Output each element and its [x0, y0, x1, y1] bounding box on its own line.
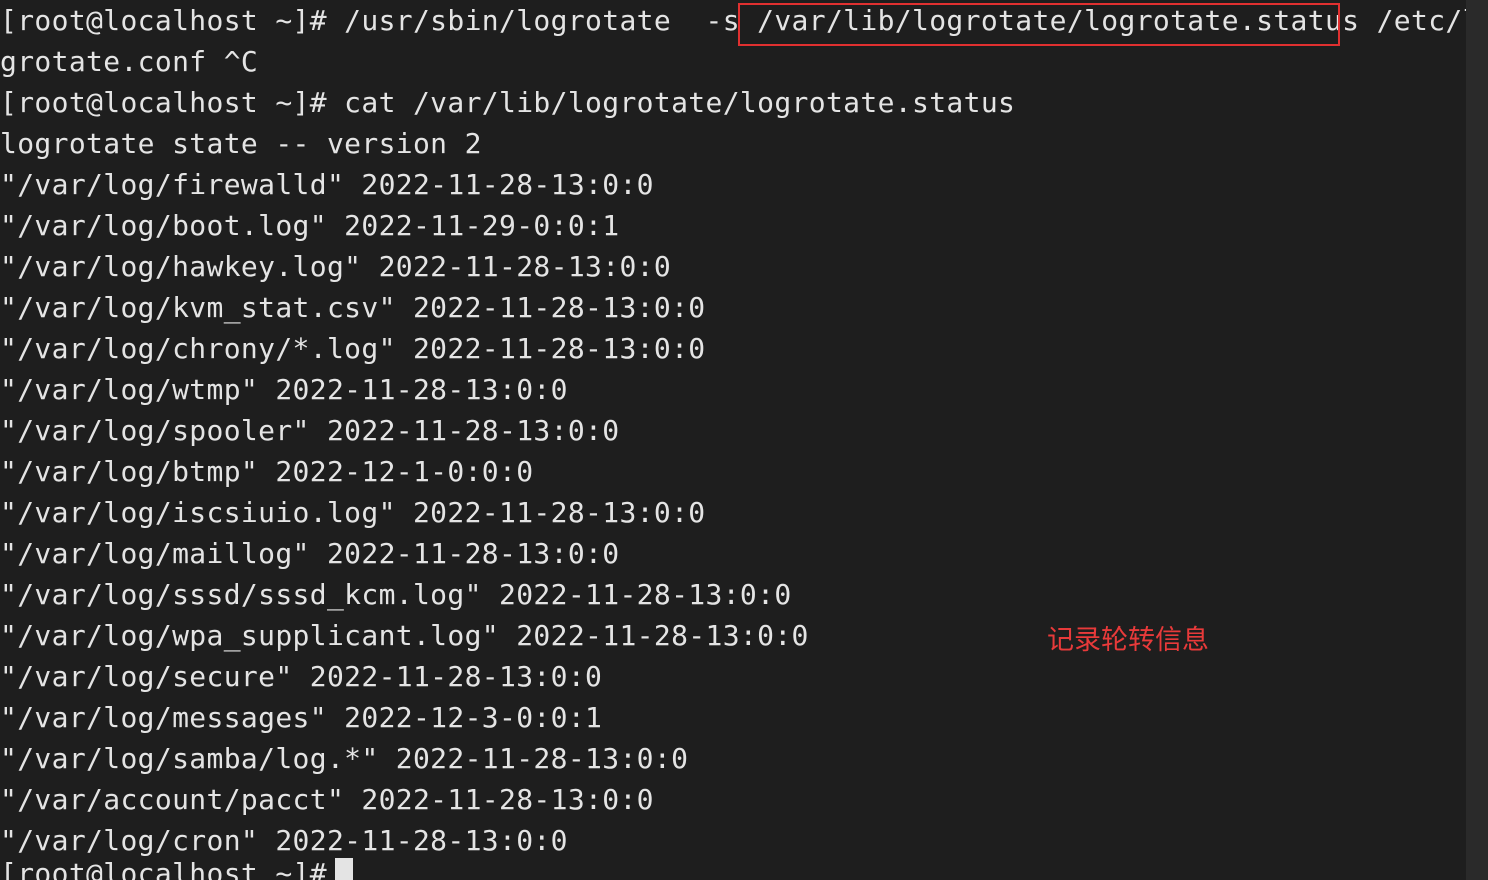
terminal-line-status-entry: "/var/log/iscsiuio.log" 2022-11-28-13:0:…	[0, 496, 706, 529]
terminal-line-prompt: [root@localhost ~]#	[0, 857, 345, 880]
terminal-scrollbar[interactable]	[1466, 0, 1488, 880]
terminal-line-state-header: logrotate state -- version 2	[0, 127, 482, 160]
terminal-line-status-entry: "/var/log/boot.log" 2022-11-29-0:0:1	[0, 209, 620, 242]
terminal-line-status-entry: "/var/log/chrony/*.log" 2022-11-28-13:0:…	[0, 332, 706, 365]
terminal-line-status-entry: "/var/log/maillog" 2022-11-28-13:0:0	[0, 537, 620, 570]
annotation-label: 记录轮转信息	[1047, 625, 1209, 656]
highlight-box-status-path	[738, 3, 1340, 46]
terminal-line-status-entry: "/var/log/kvm_stat.csv" 2022-11-28-13:0:…	[0, 291, 706, 324]
terminal-cursor	[335, 858, 353, 880]
terminal-line-status-entry: "/var/account/pacct" 2022-11-28-13:0:0	[0, 783, 654, 816]
terminal-line-status-entry: "/var/log/hawkey.log" 2022-11-28-13:0:0	[0, 250, 672, 283]
terminal-line-status-entry: "/var/log/wpa_supplicant.log" 2022-11-28…	[0, 619, 809, 652]
terminal-line-status-entry: "/var/log/secure" 2022-11-28-13:0:0	[0, 660, 603, 693]
terminal-line-status-entry: "/var/log/wtmp" 2022-11-28-13:0:0	[0, 373, 568, 406]
terminal-line-status-entry: "/var/log/sssd/sssd_kcm.log" 2022-11-28-…	[0, 578, 792, 611]
terminal-line-status-entry: "/var/log/spooler" 2022-11-28-13:0:0	[0, 414, 620, 447]
terminal-line-command-cat: [root@localhost ~]# cat /var/lib/logrota…	[0, 86, 1016, 119]
terminal-line-status-entry: "/var/log/samba/log.*" 2022-11-28-13:0:0	[0, 742, 689, 775]
terminal-line-status-entry: "/var/log/firewalld" 2022-11-28-13:0:0	[0, 168, 654, 201]
terminal-line-status-entry: "/var/log/btmp" 2022-12-1-0:0:0	[0, 455, 534, 488]
terminal-line-command-continuation: grotate.conf ^C	[0, 45, 259, 78]
terminal-window[interactable]: [root@localhost ~]# /usr/sbin/logrotate …	[0, 0, 1466, 880]
terminal-line-status-entry: "/var/log/messages" 2022-12-3-0:0:1	[0, 701, 603, 734]
